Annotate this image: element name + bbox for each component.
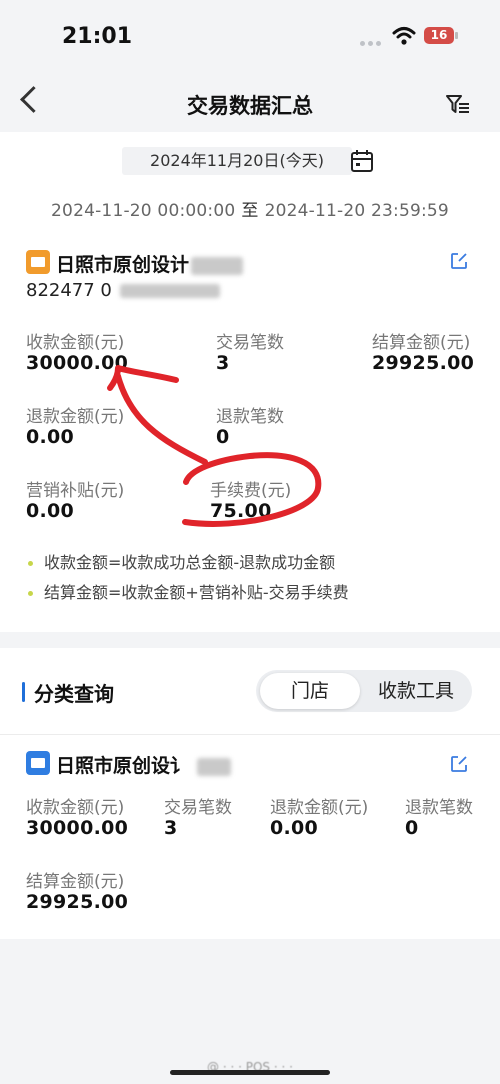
- edit-icon[interactable]: [450, 755, 468, 773]
- status-time: 21:01: [62, 24, 133, 49]
- range-end: 2024-11-20 23:59:59: [264, 201, 449, 221]
- store-name-text: 日照市原创设计: [56, 254, 190, 276]
- section-title: 分类查询: [34, 682, 114, 706]
- date-picker[interactable]: 2024年11月20日(今天): [122, 147, 352, 175]
- detail-settle-value: 29925.00: [26, 891, 129, 913]
- collect-amount-label: 收款金额(元): [26, 333, 125, 353]
- filter-icon[interactable]: [446, 94, 470, 116]
- home-indicator: [170, 1070, 330, 1075]
- refund-amount-label: 退款金额(元): [26, 407, 125, 427]
- merchant-number-text: 822477 0: [26, 280, 112, 301]
- store-detail-card: 日照市原创设讠 收款金额(元) 30000.00 交易笔数 3 退款金额(元) …: [0, 734, 500, 939]
- nav-header: 交易数据汇总: [0, 70, 500, 132]
- settle-amount-label: 结算金额(元): [372, 333, 471, 353]
- note-item: 结算金额=收款金额+营销补贴-交易手续费: [26, 580, 349, 610]
- tab-collect-tool[interactable]: 收款工具: [364, 673, 468, 709]
- store-icon: [26, 751, 50, 775]
- redacted-blur: [197, 757, 232, 776]
- redacted-blur: [191, 256, 244, 275]
- detail-count-value: 3: [164, 817, 178, 839]
- trade-count-value: 3: [216, 352, 230, 374]
- fee-label: 手续费(元): [210, 481, 292, 501]
- subsidy-label: 营销补贴(元): [26, 481, 125, 501]
- summary-card: 2024年11月20日(今天) 2024-11-20 00:00:00 至 2024…: [0, 132, 500, 632]
- wifi-icon: [392, 27, 416, 45]
- section-accent-bar: [22, 682, 25, 702]
- fee-value: 75.00: [210, 500, 272, 522]
- store-detail-name-text: 日照市原创设讠: [56, 755, 190, 777]
- collect-amount-value: 30000.00: [26, 352, 129, 374]
- range-sep: 至: [241, 201, 259, 221]
- category-section: 分类查询 门店 收款工具: [0, 648, 500, 734]
- detail-settle-label: 结算金额(元): [26, 872, 125, 892]
- edit-icon[interactable]: [450, 252, 468, 270]
- merchant-number: 822477 0: [26, 280, 220, 301]
- formula-notes: 收款金额=收款成功总金额-退款成功金额 结算金额=收款金额+营销补贴-交易手续费: [26, 550, 349, 610]
- refund-amount-value: 0.00: [26, 426, 75, 448]
- detail-refund-count-value: 0: [405, 817, 419, 839]
- store-detail-name: 日照市原创设讠: [56, 751, 232, 778]
- refund-count-label: 退款笔数: [216, 407, 284, 427]
- detail-count-label: 交易笔数: [164, 798, 232, 818]
- redacted-blur: [119, 284, 220, 298]
- signal-icon: [360, 31, 384, 50]
- trade-count-label: 交易笔数: [216, 333, 284, 353]
- detail-collect-label: 收款金额(元): [26, 798, 125, 818]
- page-title: 交易数据汇总: [187, 94, 313, 118]
- note-item: 收款金额=收款成功总金额-退款成功金额: [26, 550, 349, 580]
- settle-amount-value: 29925.00: [372, 352, 475, 374]
- detail-refund-value: 0.00: [270, 817, 319, 839]
- subsidy-value: 0.00: [26, 500, 75, 522]
- refund-count-value: 0: [216, 426, 230, 448]
- detail-refund-count-label: 退款笔数: [405, 798, 473, 818]
- detail-collect-value: 30000.00: [26, 817, 129, 839]
- range-start: 2024-11-20 00:00:00: [51, 201, 236, 221]
- battery-icon: 16: [424, 27, 458, 44]
- calendar-icon[interactable]: [350, 149, 374, 173]
- date-range: 2024-11-20 00:00:00 至 2024-11-20 23:59:59: [0, 196, 500, 221]
- tab-store[interactable]: 门店: [260, 673, 360, 709]
- detail-refund-label: 退款金额(元): [270, 798, 369, 818]
- status-bar: 21:01 16: [0, 0, 500, 70]
- store-name: 日照市原创设计: [56, 250, 244, 277]
- store-icon: [26, 250, 50, 274]
- segment-control: 门店 收款工具: [256, 670, 472, 712]
